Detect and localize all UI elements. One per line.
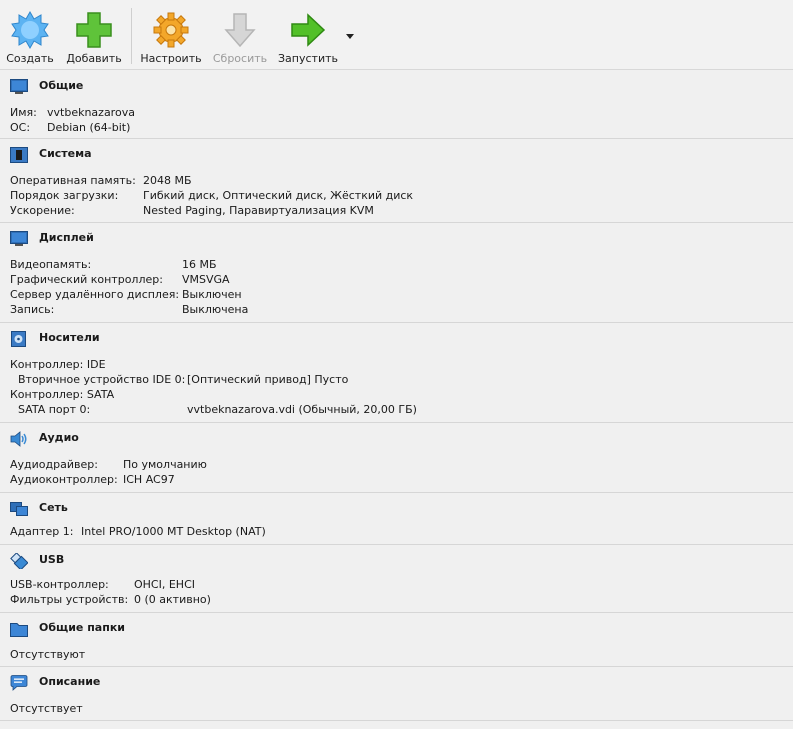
network-adapter-value: Intel PRO/1000 MT Desktop (NAT) [81, 525, 266, 538]
display-icon [10, 231, 28, 246]
usb-filters-value: 0 (0 активно) [134, 593, 211, 606]
section-usb: USB USB-контроллер: OHCI, EHCI Фильтры у… [0, 545, 793, 613]
audio-ctrl-value: ICH AC97 [123, 473, 175, 486]
storage-ide-device-value[interactable]: [Оптический привод] Пусто [187, 373, 348, 386]
usb-ctrl-value: OHCI, EHCI [134, 578, 195, 591]
display-rds-value: Выключен [182, 288, 242, 301]
start-arrow-icon [291, 13, 326, 47]
section-general: Общие Имя: vvtbeknazarova ОС: Debian (64… [0, 71, 793, 139]
section-usb-title: USB [39, 553, 65, 566]
storage-sata-port-label: SATA порт 0: [18, 403, 91, 416]
section-shared-folders: Общие папки Отсутствуют [0, 613, 793, 667]
section-display-title: Дисплей [39, 231, 94, 244]
section-network-title: Сеть [39, 501, 68, 514]
system-boot-value: Гибкий диск, Оптический диск, Жёсткий ди… [143, 189, 414, 202]
general-name-label: Имя: [10, 106, 37, 119]
speaker-icon [10, 431, 27, 447]
section-audio: Аудио Аудиодрайвер: По умолчанию Аудиоко… [0, 423, 793, 493]
storage-ctrl-ide: Контроллер: IDE [10, 358, 106, 371]
add-label: Добавить [66, 52, 122, 65]
section-network: Сеть Адаптер 1: Intel PRO/1000 MT Deskto… [0, 493, 793, 545]
usb-plug-icon [10, 553, 28, 569]
section-storage: Носители Контроллер: IDE Вторичное устро… [0, 323, 793, 423]
discard-button[interactable]: Сбросить [209, 6, 271, 68]
storage-disk-icon [11, 331, 26, 347]
section-system: Система Оперативная память: 2048 МБ Поря… [0, 139, 793, 223]
details-pane: Общие Имя: vvtbeknazarova ОС: Debian (64… [0, 71, 793, 729]
display-gc-label: Графический контроллер: [10, 273, 163, 286]
section-display: Дисплей Видеопамять: 16 МБ Графический к… [0, 223, 793, 323]
audio-ctrl-label: Аудиоконтроллер: [10, 473, 118, 486]
general-os-label: ОС: [10, 121, 31, 134]
system-accel-value: Nested Paging, Паравиртуализация KVM [143, 204, 374, 217]
start-button[interactable]: Запустить [276, 6, 340, 68]
section-audio-title: Аудио [39, 431, 79, 444]
new-machine-icon [11, 10, 49, 50]
section-general-title: Общие [39, 79, 84, 92]
create-button[interactable]: Создать [2, 6, 58, 68]
folder-icon [10, 623, 28, 637]
display-rds-label: Сервер удалённого дисплея: [10, 288, 180, 301]
start-label: Запустить [278, 52, 338, 65]
network-icon [10, 502, 28, 516]
chip-icon [10, 147, 28, 163]
system-ram-value: 2048 МБ [143, 174, 192, 187]
display-rec-value: Выключена [182, 303, 249, 316]
gear-icon [153, 12, 189, 48]
settings-button[interactable]: Настроить [138, 6, 204, 68]
shared-folders-value: Отсутствуют [10, 648, 86, 661]
start-dropdown-arrow-icon[interactable] [344, 30, 356, 42]
section-description: Описание Отсутствует [0, 667, 793, 721]
settings-label: Настроить [140, 52, 202, 65]
audio-driver-value: По умолчанию [123, 458, 207, 471]
section-storage-title: Носители [39, 331, 100, 344]
system-accel-label: Ускорение: [10, 204, 75, 217]
display-gc-value: VMSVGA [182, 273, 230, 286]
toolbar-separator [131, 8, 132, 64]
usb-filters-label: Фильтры устройств: [10, 593, 129, 606]
create-label: Создать [6, 52, 54, 65]
section-shared-folders-title: Общие папки [39, 621, 125, 634]
display-rec-label: Запись: [10, 303, 55, 316]
discard-label: Сбросить [212, 52, 268, 65]
display-vram-value: 16 МБ [182, 258, 217, 271]
network-adapter-label: Адаптер 1: [10, 525, 74, 538]
add-plus-icon [76, 12, 112, 48]
general-os-value: Debian (64-bit) [47, 121, 131, 134]
storage-sata-port-value[interactable]: vvtbeknazarova.vdi (Обычный, 20,00 ГБ) [187, 403, 417, 416]
description-value: Отсутствует [10, 702, 83, 715]
system-boot-label: Порядок загрузки: [10, 189, 119, 202]
display-vram-label: Видеопамять: [10, 258, 92, 271]
toolbar: Создать Добавить Настроить Сбросить Запу… [0, 0, 793, 70]
system-ram-label: Оперативная память: [10, 174, 136, 187]
storage-ide-device-label: Вторичное устройство IDE 0: [18, 373, 186, 386]
audio-driver-label: Аудиодрайвер: [10, 458, 98, 471]
discard-arrow-icon [224, 13, 256, 48]
usb-ctrl-label: USB-контроллер: [10, 578, 109, 591]
storage-ctrl-sata: Контроллер: SATA [10, 388, 115, 401]
add-button[interactable]: Добавить [64, 6, 124, 68]
monitor-icon [10, 79, 28, 94]
general-name-value: vvtbeknazarova [47, 106, 135, 119]
speech-bubble-icon [10, 675, 28, 691]
section-system-title: Система [39, 147, 92, 160]
section-description-title: Описание [39, 675, 101, 688]
